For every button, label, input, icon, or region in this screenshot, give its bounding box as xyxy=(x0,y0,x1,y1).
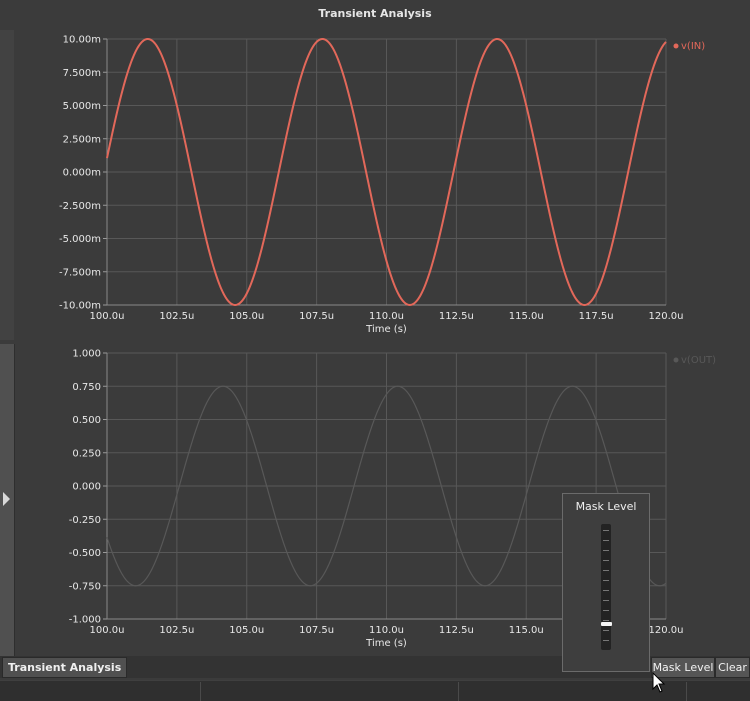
y-tick-label: 0.000 xyxy=(72,482,101,493)
footer-divider xyxy=(686,682,687,701)
y-tick-label: 0.750 xyxy=(72,382,101,393)
vin-plot[interactable]: 100.0u 102.5u 105.0u 107.5u 110.0u 112.5u 115.… xyxy=(0,28,750,342)
y-tick-label: 5.000m xyxy=(63,101,101,112)
y-tick-label: -0.250 xyxy=(69,515,101,526)
slider-tick-mark xyxy=(603,590,609,591)
slider-tick-mark xyxy=(603,640,609,641)
x-tick-label: 120.0u xyxy=(649,311,684,322)
slider-tick-mark xyxy=(603,600,609,601)
y-tick-label: -5.000m xyxy=(59,234,101,245)
y-tick-label: 0.250 xyxy=(72,448,101,459)
x-tick-label: 107.5u xyxy=(299,625,334,636)
x-tick-label: 110.0u xyxy=(369,625,404,636)
slider-tick-mark xyxy=(603,620,609,621)
window-title: Transient Analysis xyxy=(318,7,432,20)
x-tick-label: 105.0u xyxy=(229,311,264,322)
x-tick-label: 115.0u xyxy=(509,625,544,636)
footer-divider xyxy=(200,682,201,701)
legend-label[interactable]: v(OUT) xyxy=(681,355,716,366)
slider-tick-mark xyxy=(603,550,609,551)
mask-level-title: Mask Level xyxy=(575,500,637,513)
footer-divider xyxy=(458,682,459,701)
y-tick-label: 0.500 xyxy=(72,415,101,426)
mouse-cursor-icon xyxy=(652,672,666,693)
mask-level-popup: Mask Level xyxy=(562,493,650,672)
legend-marker xyxy=(673,43,679,49)
slider-tick-mark xyxy=(603,560,609,561)
mask-level-slider[interactable] xyxy=(601,524,611,650)
slider-tick-mark xyxy=(603,580,609,581)
slider-tick-mark xyxy=(603,530,609,531)
x-tick-label: 102.5u xyxy=(159,625,194,636)
slider-tick-mark xyxy=(603,610,609,611)
legend-label[interactable]: v(IN) xyxy=(681,41,705,52)
slider-tick-mark xyxy=(603,540,609,541)
clear-button[interactable]: Clear xyxy=(715,657,750,678)
waveform-viewer-window: Transient Analysis 100.0u 102.5u 105.0u 107… xyxy=(0,0,750,701)
y-tick-label: 10.00m xyxy=(63,35,101,46)
x-tick-label: 117.5u xyxy=(579,311,614,322)
slider-tick-mark xyxy=(603,630,609,631)
y-tick-label: 1.000 xyxy=(72,349,101,360)
x-tick-label: 102.5u xyxy=(159,311,194,322)
y-tick-label: -10.00m xyxy=(59,301,101,312)
y-tick-label: -2.500m xyxy=(59,201,101,212)
x-tick-label: 115.0u xyxy=(509,311,544,322)
y-tick-label: -1.000 xyxy=(69,615,101,626)
footer-bar xyxy=(0,680,750,701)
x-axis-title: Time (s) xyxy=(365,638,407,649)
legend-marker xyxy=(673,357,679,363)
slider-tick-mark xyxy=(603,570,609,571)
y-tick-label: 7.500m xyxy=(63,68,101,79)
x-tick-label: 107.5u xyxy=(299,311,334,322)
x-tick-label: 120.0u xyxy=(649,625,684,636)
x-tick-label: 110.0u xyxy=(369,311,404,322)
y-tick-label: -7.500m xyxy=(59,267,101,278)
x-tick-label: 112.5u xyxy=(439,625,474,636)
y-tick-label: -0.500 xyxy=(69,548,101,559)
x-axis-title: Time (s) xyxy=(365,324,407,335)
tab-transient-analysis[interactable]: Transient Analysis xyxy=(2,657,128,678)
y-tick-label: 0.000m xyxy=(63,168,101,179)
x-tick-label: 105.0u xyxy=(229,625,264,636)
x-tick-label: 100.0u xyxy=(90,625,125,636)
x-tick-label: 100.0u xyxy=(90,311,125,322)
y-tick-label: -0.750 xyxy=(69,581,101,592)
x-tick-label: 112.5u xyxy=(439,311,474,322)
y-tick-label: 2.500m xyxy=(63,134,101,145)
mask-level-slider-thumb[interactable] xyxy=(601,622,612,627)
